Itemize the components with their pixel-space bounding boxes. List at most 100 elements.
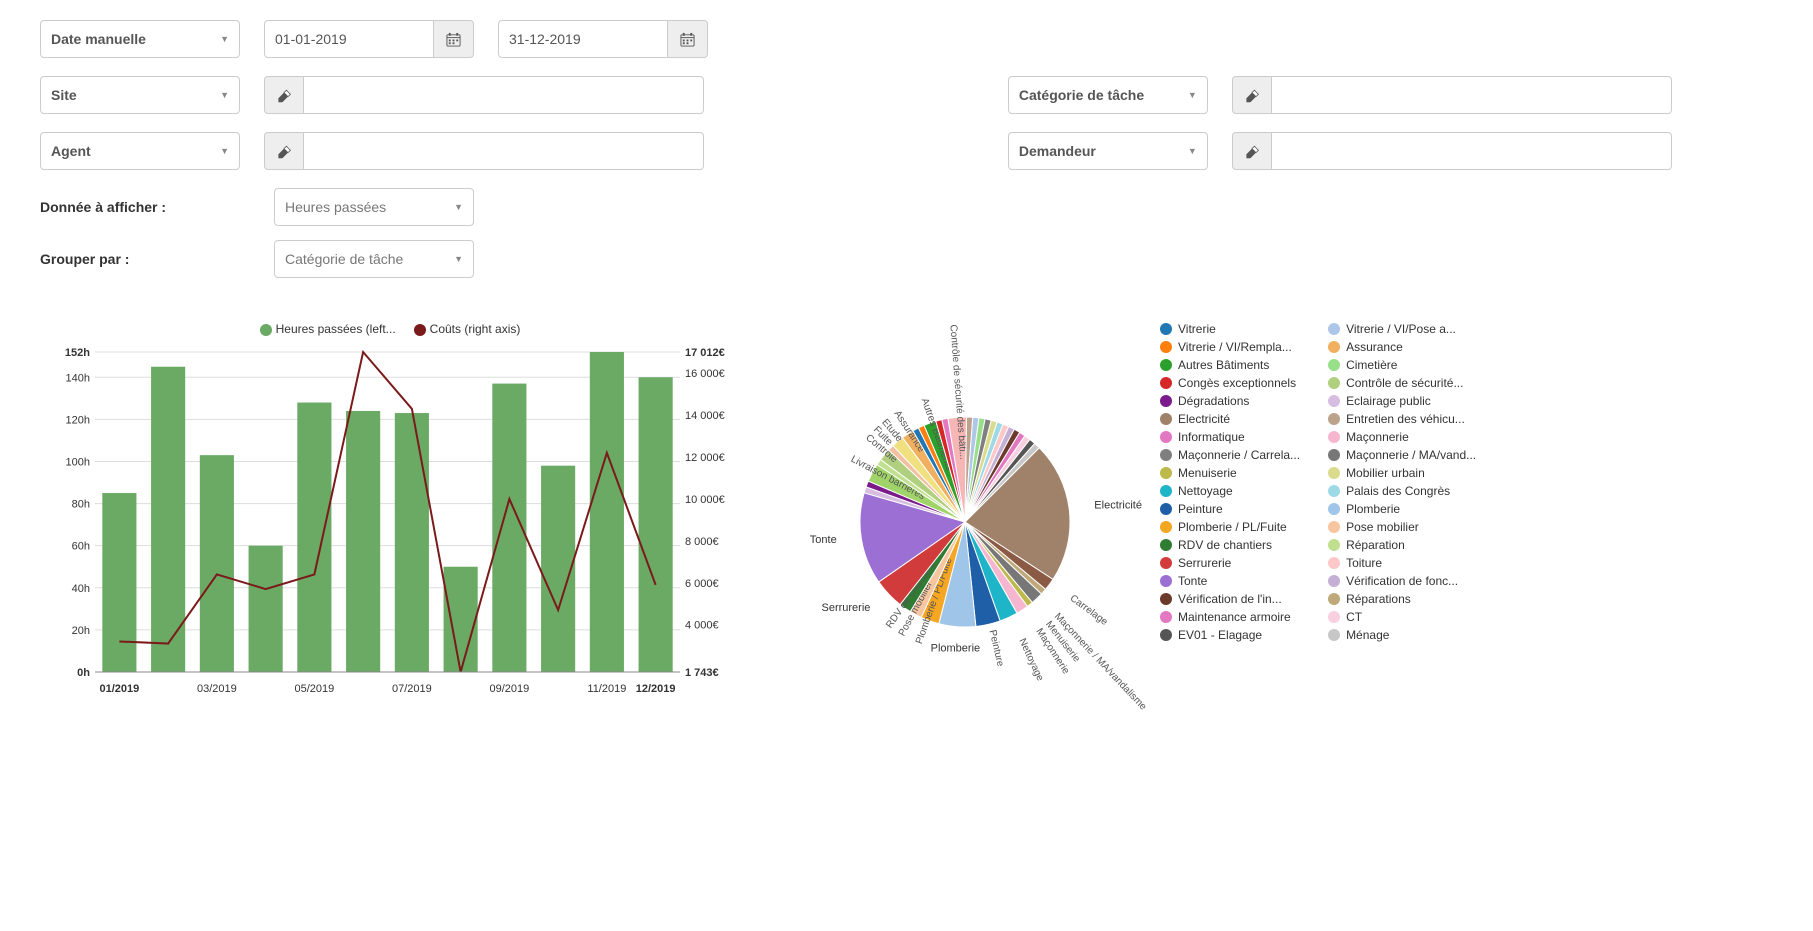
pie-legend-item[interactable]: Maçonnerie / MA/vand... [1328, 448, 1476, 462]
svg-text:11/2019: 11/2019 [587, 683, 626, 695]
svg-text:Electricité: Electricité [1094, 500, 1142, 512]
pie-legend-item[interactable]: Réparation [1328, 538, 1476, 552]
svg-text:4 000€: 4 000€ [685, 620, 719, 632]
bar-line-chart: Heures passées (left... Coûts (right axis… [40, 322, 740, 705]
chevron-down-icon: ▼ [1188, 146, 1197, 156]
pie-legend-item[interactable]: Contrôle de sécurité... [1328, 376, 1476, 390]
svg-text:01/2019: 01/2019 [99, 683, 139, 695]
date-from-input[interactable]: 01-01-2019 [264, 20, 434, 58]
date-mode-label: Date manuelle [51, 31, 146, 47]
legend-item[interactable]: Coûts (right axis) [414, 322, 521, 336]
pie-legend-item[interactable]: Vitrerie / VI/Rempla... [1160, 340, 1308, 354]
calendar-icon[interactable] [668, 20, 708, 58]
category-select[interactable]: Catégorie de tâche ▼ [1008, 76, 1208, 114]
pie-legend-item[interactable]: Maintenance armoire [1160, 610, 1308, 624]
display-data-label: Donnée à afficher : [40, 199, 250, 215]
legend-item[interactable]: Heures passées (left... [260, 322, 396, 336]
pie-legend-item[interactable]: Toiture [1328, 556, 1476, 570]
chevron-down-icon: ▼ [220, 34, 229, 44]
pie-legend-item[interactable]: Peinture [1160, 502, 1308, 516]
svg-text:Carrelage: Carrelage [1068, 593, 1110, 628]
pie-legend-item[interactable]: CT [1328, 610, 1476, 624]
svg-text:60h: 60h [72, 541, 90, 553]
svg-text:Plomberie: Plomberie [931, 643, 981, 655]
svg-text:07/2019: 07/2019 [392, 683, 432, 695]
pie-legend-item[interactable]: Autres Bâtiments [1160, 358, 1308, 372]
agent-select[interactable]: Agent ▼ [40, 132, 240, 170]
pie-legend-item[interactable]: Menuiserie [1160, 466, 1308, 480]
svg-text:Serrurerie: Serrurerie [821, 602, 870, 614]
pie-legend-item[interactable]: Pose mobilier [1328, 520, 1476, 534]
eraser-icon[interactable] [1232, 132, 1272, 170]
pie-legend-item[interactable]: Palais des Congrès [1328, 484, 1476, 498]
eraser-icon[interactable] [264, 76, 304, 114]
svg-text:03/2019: 03/2019 [197, 683, 237, 695]
svg-text:09/2019: 09/2019 [489, 683, 529, 695]
requester-input[interactable] [1272, 132, 1672, 170]
svg-text:Tonte: Tonte [810, 534, 837, 546]
site-input[interactable] [304, 76, 704, 114]
eraser-icon[interactable] [264, 132, 304, 170]
pie-legend-item[interactable]: Tonte [1160, 574, 1308, 588]
calendar-icon[interactable] [434, 20, 474, 58]
svg-text:12 000€: 12 000€ [685, 452, 725, 464]
pie-legend-item[interactable]: Ménage [1328, 628, 1476, 642]
charts-area: Heures passées (left... Coûts (right axis… [40, 322, 1773, 722]
svg-text:17 012€: 17 012€ [685, 347, 725, 359]
pie-legend-item[interactable]: Plomberie [1328, 502, 1476, 516]
eraser-icon[interactable] [1232, 76, 1272, 114]
pie-legend-item[interactable]: Dégradations [1160, 394, 1308, 408]
pie-legend-item[interactable]: Informatique [1160, 430, 1308, 444]
chevron-down-icon: ▼ [220, 146, 229, 156]
site-select[interactable]: Site ▼ [40, 76, 240, 114]
svg-text:8 000€: 8 000€ [685, 536, 719, 548]
date-mode-select[interactable]: Date manuelle ▼ [40, 20, 240, 58]
pie-legend-item[interactable]: Nettoyage [1160, 484, 1308, 498]
pie-legend-item[interactable]: Mobilier urbain [1328, 466, 1476, 480]
svg-text:120h: 120h [66, 414, 90, 426]
pie-legend-item[interactable]: Vitrerie [1160, 322, 1308, 336]
svg-text:152h: 152h [65, 347, 90, 359]
svg-text:1 743€: 1 743€ [685, 667, 719, 679]
agent-label: Agent [51, 143, 91, 159]
pie-legend-item[interactable]: EV01 - Elagage [1160, 628, 1308, 642]
pie-legend-item[interactable]: Vérification de fonc... [1328, 574, 1476, 588]
agent-input[interactable] [304, 132, 704, 170]
pie-legend-item[interactable]: Assurance [1328, 340, 1476, 354]
pie-legend-item[interactable]: Vérification de l'in... [1160, 592, 1308, 606]
group-by-select[interactable]: Catégorie de tâche ▼ [274, 240, 474, 278]
pie-legend-item[interactable]: Plomberie / PL/Fuite [1160, 520, 1308, 534]
pie-legend-item[interactable]: Entretien des véhicu... [1328, 412, 1476, 426]
site-input-group [264, 76, 704, 114]
pie-legend-item[interactable]: Electricité [1160, 412, 1308, 426]
pie-legend-item[interactable]: Maçonnerie / Carrela... [1160, 448, 1308, 462]
site-label: Site [51, 87, 77, 103]
pie-legend-item[interactable]: RDV de chantiers [1160, 538, 1308, 552]
date-to-input[interactable]: 31-12-2019 [498, 20, 668, 58]
pie-chart-area: Electricité Carrelage Maçonnerie / MA/vand… [800, 322, 1773, 722]
chevron-down-icon: ▼ [454, 254, 463, 264]
svg-text:10 000€: 10 000€ [685, 494, 725, 506]
pie-legend-item[interactable]: Cimetière [1328, 358, 1476, 372]
svg-text:40h: 40h [72, 583, 90, 595]
requester-input-group [1232, 132, 1672, 170]
pie-legend-item[interactable]: Eclairage public [1328, 394, 1476, 408]
requester-label: Demandeur [1019, 143, 1096, 159]
date-to-group: 31-12-2019 [498, 20, 708, 58]
display-data-select[interactable]: Heures passées ▼ [274, 188, 474, 226]
pie-legend-item[interactable]: Congès exceptionnels [1160, 376, 1308, 390]
svg-text:80h: 80h [72, 499, 90, 511]
pie-legend-item[interactable]: Maçonnerie [1328, 430, 1476, 444]
chevron-down-icon: ▼ [220, 90, 229, 100]
pie-legend-item[interactable]: Réparations [1328, 592, 1476, 606]
date-from-group: 01-01-2019 [264, 20, 474, 58]
requester-select[interactable]: Demandeur ▼ [1008, 132, 1208, 170]
pie-legend-item[interactable]: Vitrerie / VI/Pose a... [1328, 322, 1476, 336]
svg-text:0h: 0h [77, 667, 90, 679]
pie-legend-item[interactable]: Serrurerie [1160, 556, 1308, 570]
category-input[interactable] [1272, 76, 1672, 114]
pie-chart-svg: ElectricitéCarrelageMaçonnerie / MA/vand… [800, 322, 1150, 722]
svg-text:140h: 140h [66, 372, 90, 384]
bar-line-chart-svg: 0h20h40h60h80h100h120h140h152h1 743€4 00… [40, 342, 740, 702]
agent-input-group [264, 132, 704, 170]
